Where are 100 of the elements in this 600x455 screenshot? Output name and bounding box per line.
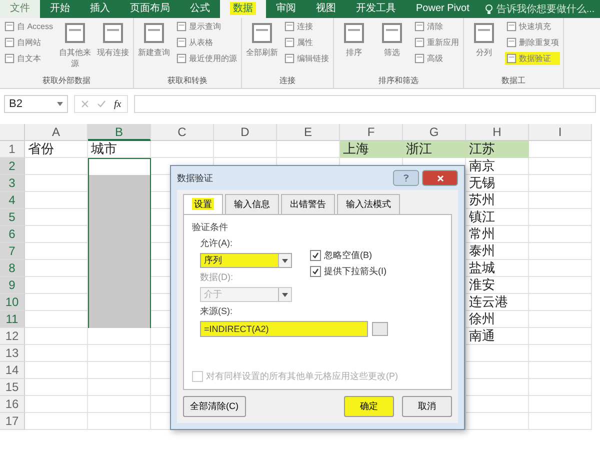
ribbon-button[interactable]: 全部刷新 bbox=[245, 20, 280, 75]
ribbon-tab[interactable]: 开始 bbox=[40, 0, 80, 18]
dialog-button[interactable]: 全部清除(C) bbox=[183, 396, 246, 417]
ribbon-button[interactable]: 快速填充 bbox=[505, 20, 560, 33]
column-header[interactable]: F bbox=[340, 124, 403, 141]
ribbon-tab[interactable]: 数据 bbox=[220, 0, 266, 18]
ribbon-button[interactable]: 自其他来源 bbox=[58, 20, 92, 75]
table-cell-text: 徐州 bbox=[468, 311, 496, 328]
table-cell: 江苏 bbox=[466, 141, 529, 158]
row-header[interactable]: 12 bbox=[0, 328, 25, 345]
ribbon-button[interactable]: 显示查询 bbox=[175, 20, 238, 33]
dialog-tab[interactable]: 设置 bbox=[183, 194, 223, 214]
group-label: 数据工 bbox=[500, 75, 527, 87]
dialog-button[interactable]: 确定 bbox=[344, 396, 394, 417]
column-header[interactable]: E bbox=[277, 124, 340, 141]
ribbon-button[interactable]: 数据验证 bbox=[505, 52, 560, 65]
ribbon-button[interactable]: 从表格 bbox=[175, 36, 238, 49]
table-cell-text: 盐城 bbox=[468, 260, 496, 277]
row-header[interactable]: 3 bbox=[0, 175, 25, 192]
table-cell-text: 常州 bbox=[468, 226, 496, 243]
table-cell-text: 镇江 bbox=[468, 209, 496, 226]
row-header[interactable]: 6 bbox=[0, 226, 25, 243]
source-field[interactable]: =INDIRECT(A2) bbox=[200, 321, 368, 337]
ribbon-tab[interactable]: 公式 bbox=[180, 0, 220, 18]
table-cell: 浙江 bbox=[403, 141, 466, 158]
ribbon-button[interactable]: 自 Access bbox=[3, 20, 54, 33]
row-header[interactable]: 2 bbox=[0, 158, 25, 175]
column-header[interactable]: G bbox=[403, 124, 466, 141]
ribbon-button[interactable]: 排序 bbox=[337, 20, 372, 75]
ribbon-button[interactable]: 最近使用的源 bbox=[175, 52, 238, 65]
column-header[interactable]: I bbox=[529, 124, 592, 141]
row-header[interactable]: 5 bbox=[0, 209, 25, 226]
insert-function-button[interactable]: fx bbox=[114, 98, 122, 110]
ribbon-button[interactable]: 属性 bbox=[283, 36, 330, 49]
table-cell-text: 省份 bbox=[27, 141, 55, 158]
table-cell-text: 南京 bbox=[468, 158, 496, 175]
field-label: 允许(A): bbox=[200, 237, 234, 250]
ribbon-button[interactable]: 自文本 bbox=[3, 52, 54, 65]
dialog-button[interactable]: 取消 bbox=[402, 396, 452, 417]
checkbox-option[interactable]: 忽略空值(B) bbox=[310, 249, 386, 262]
row-header[interactable]: 8 bbox=[0, 260, 25, 277]
ribbon-tab[interactable]: 页面布局 bbox=[120, 0, 180, 18]
table-cell-text: 城市 bbox=[90, 141, 118, 158]
ribbon-tab[interactable]: 审阅 bbox=[266, 0, 306, 18]
ribbon-tab[interactable]: Power Pivot bbox=[406, 0, 480, 18]
window-title: 数据验证 bbox=[177, 172, 214, 184]
dialog-tab[interactable]: 输入法模式 bbox=[337, 194, 400, 214]
ribbon-button[interactable]: 现有连接 bbox=[96, 20, 130, 75]
table-cell-text: 苏州 bbox=[468, 192, 496, 209]
row-header[interactable]: 15 bbox=[0, 379, 25, 396]
allow-dropdown[interactable]: 序列 bbox=[200, 253, 292, 268]
column-header[interactable]: D bbox=[214, 124, 277, 141]
row-header[interactable]: 14 bbox=[0, 362, 25, 379]
checkbox-label: 忽略空值(B) bbox=[324, 249, 372, 262]
dialog-tab[interactable]: 输入信息 bbox=[225, 194, 279, 214]
table-cell-text: 泰州 bbox=[468, 243, 496, 260]
group-label: 获取外部数据 bbox=[42, 75, 92, 87]
table-cell-text: 南通 bbox=[468, 328, 496, 345]
column-header[interactable]: B bbox=[88, 124, 151, 141]
tell-me-field[interactable]: 告诉我你想要做什么... bbox=[496, 4, 600, 14]
field-label: 来源(S): bbox=[199, 305, 234, 318]
group-label: 获取和转换 bbox=[166, 75, 209, 87]
checkbox-option[interactable]: 提供下拉箭头(I) bbox=[310, 265, 386, 278]
ribbon-button[interactable]: 自网站 bbox=[3, 36, 54, 49]
ribbon-button[interactable]: 新建查询 bbox=[137, 20, 172, 75]
ribbon-button[interactable]: 分列 bbox=[467, 20, 502, 75]
row-header[interactable]: 16 bbox=[0, 396, 25, 413]
field-label: 数据(D): bbox=[200, 271, 234, 284]
name-box[interactable]: B2 bbox=[4, 95, 68, 113]
ribbon-tab[interactable]: 视图 bbox=[306, 0, 346, 18]
ribbon-button[interactable]: 编辑链接 bbox=[283, 52, 330, 65]
ribbon-tab[interactable]: 插入 bbox=[80, 0, 120, 18]
row-header[interactable]: 13 bbox=[0, 345, 25, 362]
ribbon-button[interactable]: 删除重复项 bbox=[505, 36, 560, 49]
row-header[interactable]: 7 bbox=[0, 243, 25, 260]
ribbon-button[interactable]: 重新应用 bbox=[413, 36, 460, 49]
table-cell-text: 连云港 bbox=[468, 294, 509, 311]
group-label: 连接 bbox=[278, 75, 297, 87]
row-header[interactable]: 1 bbox=[0, 141, 25, 158]
column-header[interactable]: C bbox=[151, 124, 214, 141]
ribbon-button[interactable]: 筛选 bbox=[375, 20, 410, 75]
table-cell: 上海 bbox=[340, 141, 403, 158]
ribbon-button[interactable]: 清除 bbox=[413, 20, 460, 33]
dialog-tab[interactable]: 出错警告 bbox=[281, 194, 335, 214]
ribbon-tab[interactable]: 开发工具 bbox=[346, 0, 406, 18]
row-header[interactable]: 17 bbox=[0, 413, 25, 430]
table-cell-text: 无锡 bbox=[468, 175, 496, 192]
ribbon-tab[interactable]: 文件 bbox=[0, 0, 40, 18]
ribbon-button[interactable]: 连接 bbox=[283, 20, 330, 33]
table-cell-text: 淮安 bbox=[468, 277, 496, 294]
row-header[interactable]: 9 bbox=[0, 277, 25, 294]
checkbox-label: 对有同样设置的所有其他单元格应用这些更改(P) bbox=[206, 370, 398, 383]
row-header[interactable]: 10 bbox=[0, 294, 25, 311]
group-label: 验证条件 bbox=[192, 221, 229, 234]
row-header[interactable]: 4 bbox=[0, 192, 25, 209]
row-header[interactable]: 11 bbox=[0, 311, 25, 328]
group-label: 排序和筛选 bbox=[378, 75, 420, 87]
ribbon-button[interactable]: 高级 bbox=[413, 52, 460, 65]
column-header[interactable]: A bbox=[25, 124, 88, 141]
column-header[interactable]: H bbox=[466, 124, 529, 141]
